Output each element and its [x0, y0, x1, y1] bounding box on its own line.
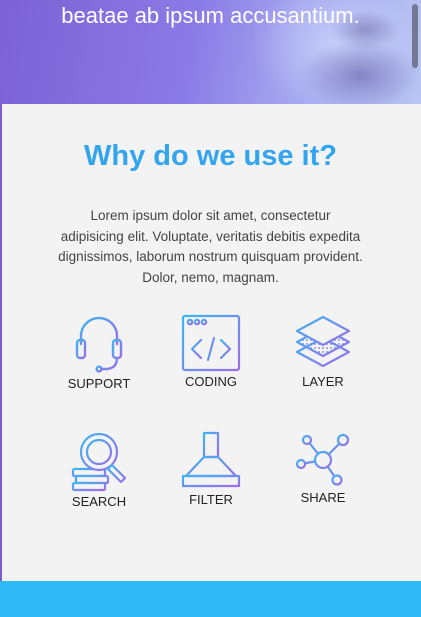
- feature-label: SEARCH: [71, 494, 127, 509]
- feature-label: LAYER: [302, 374, 344, 389]
- feature-support[interactable]: SUPPORT: [49, 314, 149, 392]
- hero-text: beatae ab ipsum accusantium.: [61, 3, 360, 28]
- footer-bar: [0, 581, 421, 617]
- feature-filter[interactable]: FILTER: [161, 430, 261, 508]
- feature-share[interactable]: SHARE: [273, 430, 373, 506]
- feature-coding[interactable]: CODING: [161, 314, 261, 390]
- share-network-icon: [295, 433, 350, 486]
- feature-layer[interactable]: LAYER: [273, 314, 373, 390]
- hero-banner: beatae ab ipsum accusantium.: [0, 0, 421, 104]
- section-title: Why do we use it?: [84, 140, 337, 172]
- magnifier-icon: [71, 432, 127, 492]
- feature-label: CODING: [185, 374, 237, 389]
- feature-search[interactable]: SEARCH: [49, 430, 149, 510]
- feature-label: SUPPORT: [67, 376, 131, 391]
- feature-label: FILTER: [189, 492, 233, 507]
- headset-icon: [75, 316, 123, 373]
- layers-icon: [295, 315, 351, 368]
- section-description: Lorem ipsum dolor sit amet, consectetur …: [58, 208, 363, 285]
- range-hood-icon: [181, 431, 241, 488]
- scrollbar-thumb[interactable]: [412, 4, 418, 68]
- code-window-icon: [181, 314, 241, 372]
- left-edge-accent: [0, 104, 2, 582]
- feature-label: SHARE: [300, 490, 346, 505]
